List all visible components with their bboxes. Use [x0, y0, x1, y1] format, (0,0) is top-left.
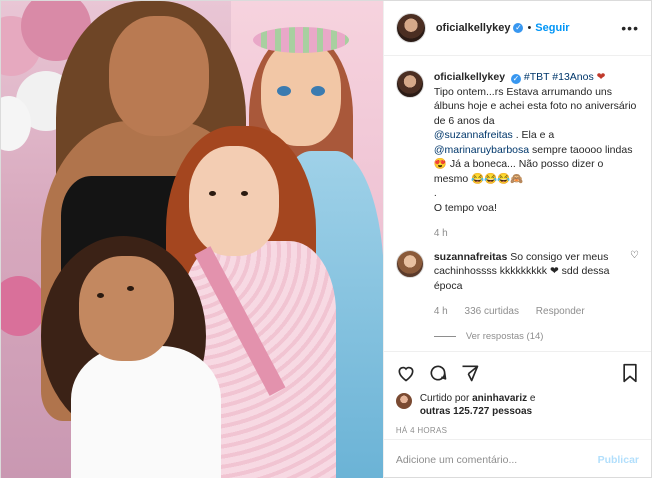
comment-like-icon[interactable]: ♡	[630, 250, 639, 345]
post-time[interactable]: HÁ 4 HORAS	[396, 426, 639, 435]
doll-eye	[277, 86, 291, 96]
more-options-icon[interactable]: •••	[621, 20, 639, 36]
avatar[interactable]	[395, 249, 424, 278]
instagram-post: oficialkellykey ✓ • Seguir ••• oficialke…	[0, 0, 652, 478]
add-comment-bar: Adicione um comentário... Publicar	[383, 439, 651, 478]
doll-flower-crown	[253, 27, 349, 53]
child-shirt	[71, 346, 221, 478]
comment-time[interactable]: 4 h	[434, 306, 448, 317]
caption-hashtags[interactable]: #TBT #13Anos	[524, 71, 594, 83]
caption-body: oficialkellykey ✓ #TBT #13Anos ❤ Tipo on…	[434, 70, 639, 242]
likes-summary: Curtido por aninhavariz e outras 125.727…	[395, 392, 639, 418]
view-replies-label[interactable]: Ver respostas (14)	[466, 330, 544, 345]
view-replies[interactable]: Ver respostas (14)	[433, 330, 624, 345]
doll-face	[261, 41, 341, 146]
likes-text: Curtido por aninhavariz e outras 125.727…	[420, 392, 536, 418]
eye	[127, 286, 134, 291]
caption-text: . Ela e a	[515, 129, 555, 141]
share-icon[interactable]	[460, 363, 480, 383]
child-face	[79, 256, 174, 361]
heart-icon[interactable]	[396, 363, 416, 383]
comment-icon[interactable]	[428, 363, 448, 383]
comment: suzannafreitas So consigo ver meus cachi…	[395, 249, 639, 345]
separator-dot: •	[527, 22, 532, 34]
eye	[97, 293, 104, 298]
redhead-girl-face	[189, 146, 279, 256]
eye	[241, 191, 248, 196]
eye	[209, 191, 216, 196]
post-header: oficialkellykey ✓ • Seguir •••	[383, 1, 651, 56]
action-icons	[396, 360, 639, 386]
caption-username[interactable]: oficialkellykey	[434, 71, 505, 83]
bookmark-icon[interactable]	[621, 363, 639, 383]
likes-middle: e	[529, 393, 536, 404]
liker-username[interactable]: aninhavariz	[472, 393, 527, 404]
reply-divider	[433, 336, 456, 338]
reply-button[interactable]: Responder	[536, 306, 585, 317]
caption-text: Tipo ontem...rs Estava arrumando uns álb…	[433, 85, 637, 127]
avatar[interactable]	[395, 13, 426, 43]
header-username[interactable]: oficialkellykey	[436, 22, 511, 34]
mention-link[interactable]: @marinaruybarbosa	[434, 144, 529, 156]
doll-eye	[311, 86, 325, 96]
post-photo[interactable]	[1, 1, 383, 478]
likes-others[interactable]: outras 125.727 pessoas	[420, 406, 532, 417]
verified-badge-icon: ✓	[510, 74, 521, 84]
likes-prefix: Curtido por	[419, 393, 470, 404]
comment-likes[interactable]: 336 curtidas	[465, 306, 519, 317]
caption-text: O tempo voa!	[433, 201, 497, 214]
publish-button[interactable]: Publicar	[598, 454, 639, 466]
follow-button[interactable]: Seguir	[535, 22, 569, 34]
comment-meta: 4 h 336 curtidas Responder	[434, 305, 624, 320]
verified-badge-icon: ✓	[513, 23, 524, 33]
caption-text: .	[433, 187, 437, 199]
woman-face	[109, 16, 209, 136]
mention-link[interactable]: @suzannafreitas	[434, 129, 513, 141]
post-sidebar: oficialkellykey ✓ • Seguir ••• oficialke…	[382, 1, 651, 478]
comments-section: oficialkellykey ✓ #TBT #13Anos ❤ Tipo on…	[384, 56, 651, 351]
post-actions: Curtido por aninhavariz e outras 125.727…	[383, 351, 651, 439]
comment-body: suzannafreitas So consigo ver meus cachi…	[433, 250, 624, 345]
comment-input[interactable]: Adicione um comentário...	[396, 454, 517, 466]
caption: oficialkellykey ✓ #TBT #13Anos ❤ Tipo on…	[395, 70, 639, 242]
caption-time[interactable]: 4 h	[434, 228, 448, 239]
liker-avatar[interactable]	[395, 393, 412, 409]
caption-meta: 4 h	[434, 227, 639, 242]
comment-username[interactable]: suzannafreitas	[434, 251, 508, 263]
heart-emoji: ❤	[596, 71, 606, 83]
avatar[interactable]	[395, 70, 424, 98]
